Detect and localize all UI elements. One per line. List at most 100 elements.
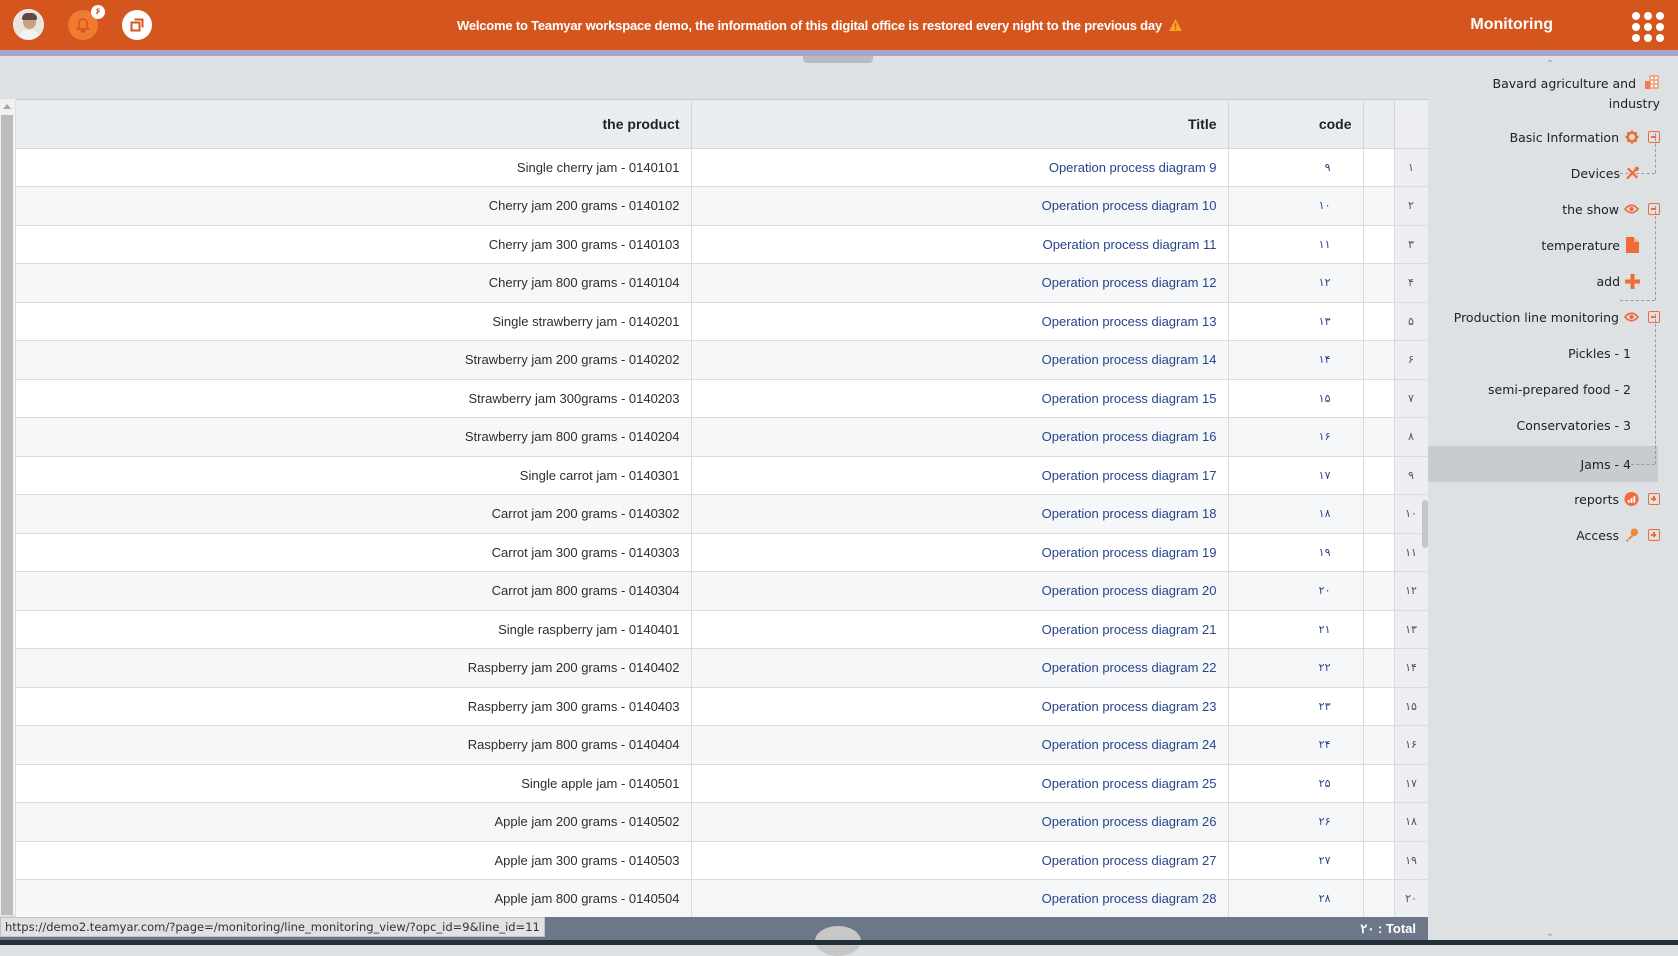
column-header-code[interactable]: code xyxy=(1228,100,1364,149)
blank-cell xyxy=(1363,725,1395,765)
sidebar-item-production-line-monitoring[interactable]: Production line monitoring xyxy=(1454,307,1660,327)
operation-diagram-link[interactable]: Operation process diagram 10 xyxy=(1042,198,1217,213)
product-cell: Cherry jam 200 grams - 0140102 xyxy=(16,186,692,226)
table-row[interactable]: Single cherry jam - 0140101 Operation pro… xyxy=(16,148,1428,187)
sidebar-item-the-show[interactable]: the show xyxy=(1562,199,1660,219)
title-cell: Operation process diagram 27 xyxy=(691,841,1229,880)
scrollbar-thumb[interactable] xyxy=(1,115,13,915)
table-row[interactable]: Raspberry jam 800 grams - 0140404 Operati… xyxy=(16,725,1428,765)
blank-cell xyxy=(1363,456,1395,495)
operation-diagram-link[interactable]: Operation process diagram 17 xyxy=(1042,468,1217,483)
column-header-title[interactable]: Title xyxy=(691,100,1229,149)
sidebar-company[interactable]: Bavard agriculture and industry xyxy=(1460,74,1660,113)
operation-diagram-link[interactable]: Operation process diagram 15 xyxy=(1042,391,1217,406)
operation-diagram-link[interactable]: Operation process diagram 25 xyxy=(1042,776,1217,791)
blank-cell xyxy=(1363,148,1395,187)
table-row[interactable]: Carrot jam 300 grams - 0140303 Operation … xyxy=(16,533,1428,572)
row-number-cell: ۱۵ xyxy=(1394,687,1428,726)
table-row[interactable]: Single strawberry jam - 0140201 Operation… xyxy=(16,302,1428,341)
code-cell: ۲۷ xyxy=(1228,841,1364,880)
column-header-blank xyxy=(1363,100,1395,149)
blank-cell xyxy=(1363,263,1395,303)
operation-diagram-link[interactable]: Operation process diagram 22 xyxy=(1042,660,1217,675)
title-cell: Operation process diagram 12 xyxy=(691,263,1229,303)
table-row[interactable]: Raspberry jam 200 grams - 0140402 Operati… xyxy=(16,648,1428,688)
row-number-cell: ۲۰ xyxy=(1394,879,1428,917)
table-row[interactable]: Single raspberry jam - 0140401 Operation … xyxy=(16,610,1428,649)
sidebar-item-label: temperature xyxy=(1541,237,1620,253)
user-avatar[interactable] xyxy=(13,9,44,40)
operation-diagram-link[interactable]: Operation process diagram 19 xyxy=(1042,545,1217,560)
table-row[interactable]: Cherry jam 800 grams - 0140104 Operation … xyxy=(16,263,1428,303)
table-row[interactable]: Carrot jam 200 grams - 0140302 Operation … xyxy=(16,494,1428,534)
operation-diagram-link[interactable]: Operation process diagram 21 xyxy=(1042,622,1217,637)
operation-diagram-link[interactable]: Operation process diagram 13 xyxy=(1042,314,1217,329)
table-row[interactable]: Strawberry jam 300grams - 0140203 Operati… xyxy=(16,379,1428,418)
operation-diagram-link[interactable]: Operation process diagram 24 xyxy=(1042,737,1217,752)
collapse-toggle-icon[interactable] xyxy=(1648,131,1660,143)
code-cell: ۹ xyxy=(1228,148,1364,187)
expand-toggle-icon[interactable] xyxy=(1648,493,1660,505)
row-number-cell: ۶ xyxy=(1394,340,1428,380)
code-cell: ۱۳ xyxy=(1228,302,1364,341)
row-number-cell: ۲ xyxy=(1394,186,1428,226)
scroll-up-arrow-icon[interactable] xyxy=(3,104,11,109)
sidebar-item-semi-prepared-food[interactable]: semi-prepared food - 2 xyxy=(1488,379,1631,399)
operation-diagram-link[interactable]: Operation process diagram 26 xyxy=(1042,814,1217,829)
sidebar-scroll-down-icon[interactable]: ⌄ xyxy=(1546,928,1554,939)
operation-diagram-link[interactable]: Operation process diagram 14 xyxy=(1042,352,1217,367)
tree-line xyxy=(1655,314,1656,464)
product-cell: Raspberry jam 200 grams - 0140402 xyxy=(16,648,692,688)
tree-line xyxy=(1631,464,1655,465)
product-cell: Apple jam 300 grams - 0140503 xyxy=(16,841,692,880)
page-scrollbar[interactable] xyxy=(0,99,15,915)
sidebar-item-conservatories[interactable]: Conservatories - 3 xyxy=(1517,415,1631,435)
title-cell: Operation process diagram 18 xyxy=(691,494,1229,534)
title-cell: Operation process diagram 20 xyxy=(691,571,1229,611)
table-row[interactable]: Carrot jam 800 grams - 0140304 Operation … xyxy=(16,571,1428,611)
sidebar-item-access[interactable]: Access xyxy=(1576,525,1660,545)
operation-diagram-link[interactable]: Operation process diagram 16 xyxy=(1042,429,1217,444)
expand-toggle-icon[interactable] xyxy=(1648,529,1660,541)
product-cell: Strawberry jam 300grams - 0140203 xyxy=(16,379,692,418)
table-row[interactable]: Single carrot jam - 0140301 Operation pro… xyxy=(16,456,1428,495)
sidebar-item-reports[interactable]: reports xyxy=(1574,489,1660,509)
table-row[interactable]: Strawberry jam 800 grams - 0140204 Operat… xyxy=(16,417,1428,457)
operation-diagram-link[interactable]: Operation process diagram 23 xyxy=(1042,699,1217,714)
product-cell: Carrot jam 300 grams - 0140303 xyxy=(16,533,692,572)
operation-diagram-link[interactable]: Operation process diagram 11 xyxy=(1043,237,1217,252)
operation-diagram-link[interactable]: Operation process diagram 20 xyxy=(1042,583,1217,598)
collapse-toggle-icon[interactable] xyxy=(1648,311,1660,323)
sidebar-item-jams[interactable]: Jams - 4 xyxy=(1581,454,1631,474)
table-row[interactable]: Cherry jam 300 grams - 0140103 Operation … xyxy=(16,225,1428,264)
collapse-toggle-icon[interactable] xyxy=(1648,203,1660,215)
operation-diagram-link[interactable]: Operation process diagram 12 xyxy=(1042,275,1217,290)
sidebar-item-temperature[interactable]: temperature xyxy=(1541,235,1640,255)
table-row[interactable]: Apple jam 300 grams - 0140503 Operation p… xyxy=(16,841,1428,880)
table-row[interactable]: Cherry jam 200 grams - 0140102 Operation … xyxy=(16,186,1428,226)
table-row[interactable]: Apple jam 800 grams - 0140504 Operation p… xyxy=(16,879,1428,917)
sidebar-item-label: Pickles - 1 xyxy=(1568,345,1631,361)
code-cell: ۲۱ xyxy=(1228,610,1364,649)
table-row[interactable]: Raspberry jam 300 grams - 0140403 Operati… xyxy=(16,687,1428,726)
blank-cell xyxy=(1363,802,1395,842)
operation-diagram-link[interactable]: Operation process diagram 28 xyxy=(1042,891,1217,906)
code-cell: ۲۶ xyxy=(1228,802,1364,842)
company-name-line1: Bavard agriculture and xyxy=(1492,76,1637,91)
sidebar-item-devices[interactable]: Devices xyxy=(1571,163,1640,183)
windows-button[interactable] xyxy=(122,10,152,40)
operation-diagram-link[interactable]: Operation process diagram 9 xyxy=(1049,160,1217,175)
sidebar-item-pickles[interactable]: Pickles - 1 xyxy=(1568,343,1631,363)
title-cell: Operation process diagram 10 xyxy=(691,186,1229,226)
operation-diagram-link[interactable]: Operation process diagram 18 xyxy=(1042,506,1217,521)
column-header-product[interactable]: the product xyxy=(16,100,692,149)
operation-diagram-link[interactable]: Operation process diagram 27 xyxy=(1042,853,1217,868)
sidebar-item-basic-information[interactable]: Basic Information xyxy=(1510,127,1660,147)
table-row[interactable]: Apple jam 200 grams - 0140502 Operation p… xyxy=(16,802,1428,842)
sidebar-scroll-up-icon[interactable]: ⌃ xyxy=(1546,59,1554,70)
apps-grid-icon[interactable] xyxy=(1632,12,1664,42)
toolbar-toggle-handle[interactable] xyxy=(803,56,873,63)
table-row[interactable]: Single apple jam - 0140501 Operation proc… xyxy=(16,764,1428,803)
sidebar-item-add[interactable]: add xyxy=(1596,271,1640,291)
table-row[interactable]: Strawberry jam 200 grams - 0140202 Operat… xyxy=(16,340,1428,380)
